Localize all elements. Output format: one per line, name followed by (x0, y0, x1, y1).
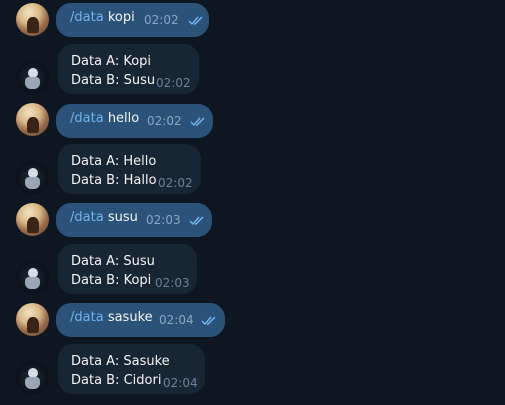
message-time: 02:02 (147, 114, 182, 128)
message-text: kopi (107, 10, 135, 25)
user-avatar[interactable] (16, 303, 49, 336)
outgoing-message-bubble[interactable]: /data kopi 02:02 (56, 3, 209, 37)
bot-avatar[interactable] (16, 61, 49, 94)
read-checkmarks-icon (190, 117, 206, 127)
read-checkmarks-icon (188, 16, 204, 26)
incoming-message-bubble[interactable]: Data A: Sasuke Data B: Cidori 02:04 (58, 344, 205, 394)
command-link[interactable]: /data (70, 210, 104, 225)
message-time: 02:02 (144, 13, 179, 27)
message-text: sasuke (107, 310, 153, 325)
message-time: 02:04 (163, 376, 198, 390)
read-checkmarks-icon (189, 216, 205, 226)
message-text: susu (107, 210, 138, 225)
user-avatar[interactable] (16, 3, 49, 36)
bot-avatar[interactable] (16, 261, 49, 294)
incoming-message-bubble[interactable]: Data A: Susu Data B: Kopi 02:03 (58, 244, 197, 294)
command-link[interactable]: /data (70, 10, 104, 25)
message-time: 02:04 (159, 313, 194, 327)
message-line: Data A: Sasuke (71, 354, 170, 369)
user-avatar[interactable] (16, 103, 49, 136)
bot-avatar[interactable] (16, 161, 49, 194)
message-line: Data A: Kopi (71, 54, 152, 69)
command-link[interactable]: /data (70, 111, 104, 126)
message-line: Data A: Susu (71, 254, 155, 269)
message-time: 02:03 (155, 276, 190, 290)
outgoing-message-bubble[interactable]: /data sasuke 02:04 (56, 303, 225, 337)
outgoing-message-bubble[interactable]: /data hello 02:02 (56, 104, 213, 138)
message-time: 02:03 (146, 213, 181, 227)
message-time: 02:02 (156, 76, 191, 90)
message-text: hello (107, 111, 140, 126)
message-time: 02:02 (158, 176, 193, 190)
outgoing-message-bubble[interactable]: /data susu 02:03 (56, 203, 212, 237)
user-avatar[interactable] (16, 203, 49, 236)
message-line: Data A: Hello (71, 154, 157, 169)
incoming-message-bubble[interactable]: Data A: Kopi Data B: Susu 02:02 (58, 44, 199, 94)
command-link[interactable]: /data (70, 310, 104, 325)
incoming-message-bubble[interactable]: Data A: Hello Data B: Hallo 02:02 (58, 144, 201, 194)
read-checkmarks-icon (201, 316, 217, 326)
bot-avatar[interactable] (16, 361, 49, 394)
